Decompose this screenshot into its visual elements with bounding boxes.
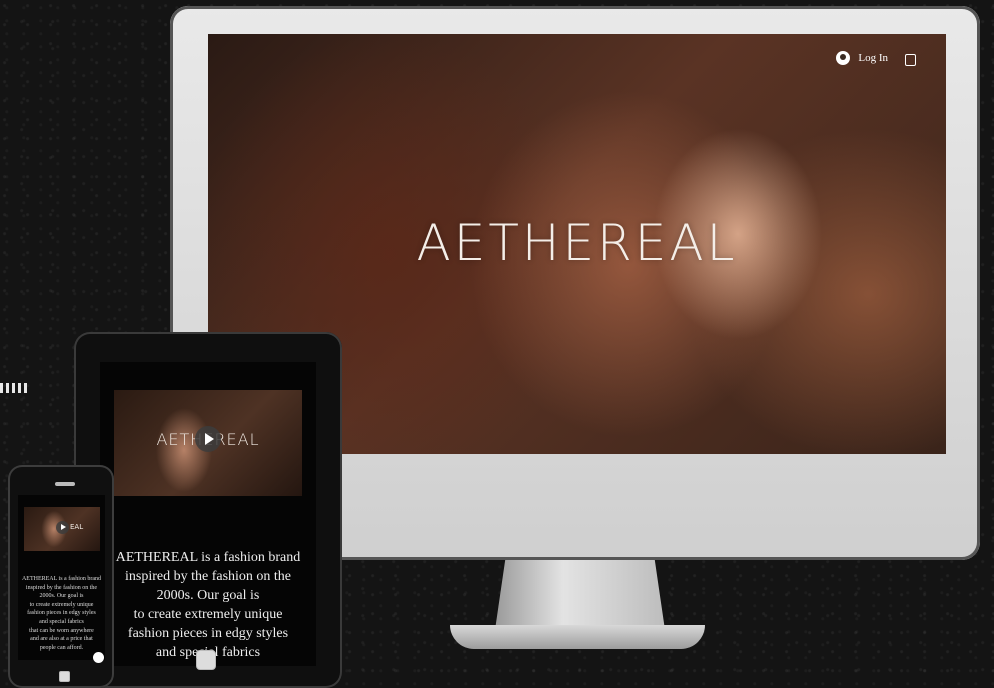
about-line: AETHEREAL is a fashion brand	[21, 576, 102, 582]
monitor-stand-neck	[495, 560, 665, 630]
phone-video[interactable]: EAL	[24, 507, 100, 551]
about-line: inspired by the fashion on the	[124, 569, 292, 584]
phone-speaker	[55, 482, 75, 486]
phone-screen: EAL AETHEREAL is a fashion brand inspire…	[18, 495, 105, 660]
about-line: to create extremely unique	[133, 607, 283, 622]
about-line: fashion pieces in edgy styles	[127, 626, 289, 641]
tablet-video[interactable]: AETHEREAL	[114, 390, 302, 496]
about-line: AETHEREAL is a fashion brand	[115, 550, 301, 565]
login-label: Log In	[858, 52, 888, 64]
hero-title: AETHEREAL	[416, 214, 738, 272]
chat-icon[interactable]	[93, 652, 104, 663]
monitor-stand-base	[450, 625, 705, 649]
video-watermark: EAL	[70, 523, 84, 531]
play-icon[interactable]	[195, 426, 221, 452]
shopping-bag-icon[interactable]	[905, 54, 916, 66]
phone-home-button[interactable]	[59, 671, 70, 682]
about-line: to create extremely unique	[29, 601, 94, 608]
about-text: AETHEREAL is a fashion brand inspired by…	[18, 575, 105, 652]
about-line: 2000s. Our goal is	[39, 593, 84, 600]
decorative-dots	[0, 383, 28, 393]
about-line: and are also at a price that	[30, 636, 93, 643]
about-line: fashion pieces in edgy styles	[27, 610, 96, 617]
about-line: that can be worn anywhere	[29, 627, 94, 634]
about-line: inspired by the fashion on the	[25, 584, 98, 591]
login-button[interactable]: Log In	[836, 51, 888, 65]
about-line: and special fabrics	[39, 618, 84, 625]
about-line: 2000s. Our goal is	[156, 588, 260, 603]
about-line: people can afford.	[39, 644, 84, 651]
tablet-home-button[interactable]	[196, 650, 216, 670]
play-icon[interactable]	[56, 521, 69, 534]
about-text: AETHEREAL is a fashion brand inspired by…	[100, 548, 316, 662]
tablet-screen: AETHEREAL AETHEREAL is a fashion brand i…	[100, 362, 316, 666]
user-icon	[836, 51, 851, 65]
